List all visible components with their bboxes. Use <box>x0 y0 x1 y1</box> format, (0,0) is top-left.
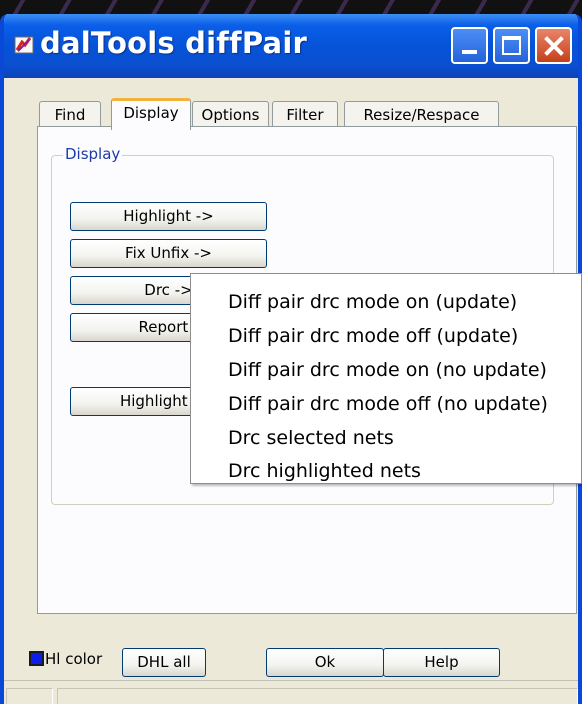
title-bar[interactable]: dalTools diffPair <box>4 14 578 78</box>
maximize-button[interactable] <box>493 27 530 64</box>
window-title: dalTools diffPair <box>40 26 307 60</box>
menu-item-drc-mode-on-update[interactable]: Diff pair drc mode on (update) <box>228 285 517 319</box>
paintbrush-icon <box>14 36 34 54</box>
dhl-all-button[interactable]: DHL all <box>122 648 206 677</box>
status-cell <box>57 688 578 704</box>
menu-item-drc-mode-off-no-update[interactable]: Diff pair drc mode off (no update) <box>228 387 548 421</box>
tab-display[interactable]: Display <box>111 98 191 130</box>
close-icon <box>544 36 564 56</box>
hl-color-swatch[interactable] <box>29 651 44 666</box>
display-group-label: Display <box>63 145 123 163</box>
fix-unfix-button[interactable]: Fix Unfix -> <box>70 239 267 268</box>
menu-item-drc-highlighted-nets[interactable]: Drc highlighted nets <box>228 454 421 488</box>
menu-item-drc-mode-off-update[interactable]: Diff pair drc mode off (update) <box>228 319 518 353</box>
minimize-icon <box>462 50 477 54</box>
minimize-button[interactable] <box>451 27 488 64</box>
close-button[interactable] <box>535 27 572 64</box>
hl-color-label: Hl color <box>45 650 103 668</box>
menu-item-drc-selected-nets[interactable]: Drc selected nets <box>228 421 394 455</box>
maximize-icon <box>502 36 521 55</box>
highlight-button[interactable]: Highlight -> <box>70 202 267 231</box>
menu-item-drc-mode-on-no-update[interactable]: Diff pair drc mode on (no update) <box>228 353 547 387</box>
ok-button[interactable]: Ok <box>266 648 384 677</box>
help-button[interactable]: Help <box>383 648 500 677</box>
drc-context-menu: Diff pair drc mode on (update) Diff pair… <box>190 273 582 484</box>
status-cell <box>6 688 53 704</box>
status-bar <box>4 680 578 704</box>
